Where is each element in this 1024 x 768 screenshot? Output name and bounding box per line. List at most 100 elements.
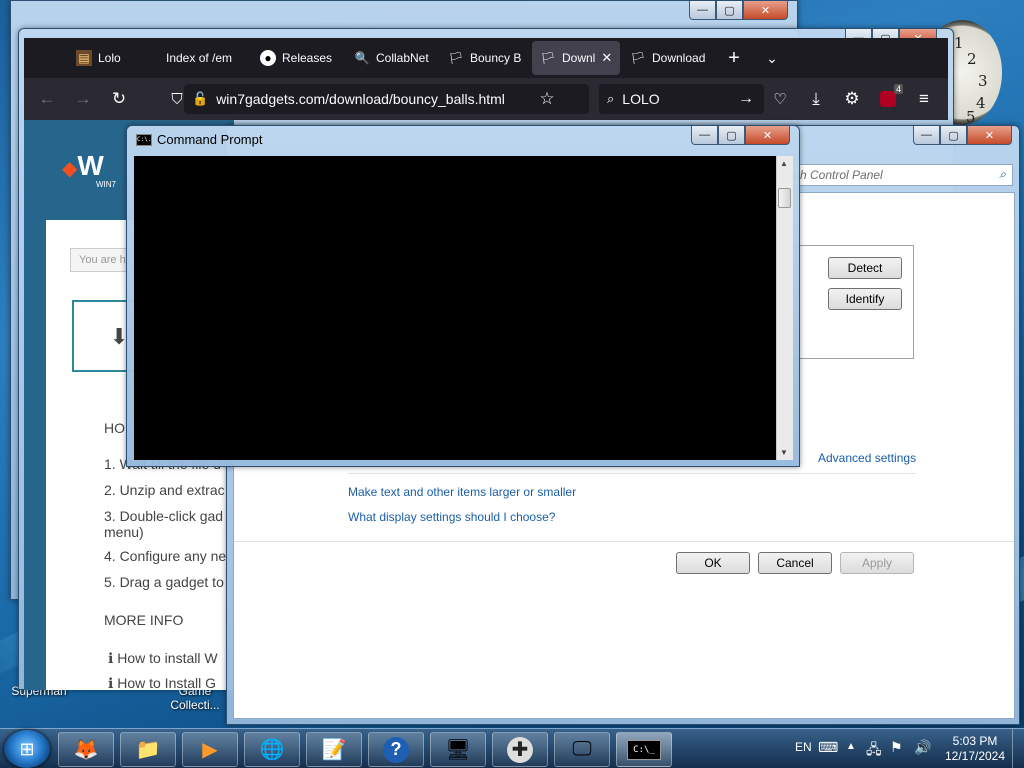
tab-list-button[interactable]: ⌄ — [754, 41, 790, 75]
reload-button[interactable]: ↻ — [106, 86, 132, 112]
close-button[interactable]: ✕ — [743, 1, 788, 20]
search-icon: 🔍 — [354, 51, 370, 65]
apply-button: Apply — [840, 552, 914, 574]
search-icon: ⌕ — [607, 91, 615, 106]
network-icon[interactable]: 🖧 — [866, 739, 882, 763]
action-center-flag-icon[interactable]: ⚑ — [890, 739, 903, 756]
search-go-icon[interactable]: → — [738, 90, 754, 108]
back-button[interactable]: ← — [34, 86, 60, 112]
menu-icon[interactable]: ≡ — [911, 86, 937, 112]
taskbar-cmd[interactable]: C:\_ — [616, 732, 672, 767]
taskbar-gamepad[interactable]: ✚ — [492, 732, 548, 767]
minimize-button[interactable]: — — [691, 126, 718, 145]
maximize-button[interactable]: ▢ — [716, 1, 743, 20]
windows-logo-icon: ⊞ — [19, 738, 35, 759]
tab-label: Releases — [282, 51, 333, 65]
info-link[interactable]: ℹ How to Install G — [108, 675, 216, 690]
new-tab-button[interactable]: + — [716, 41, 752, 75]
taskbar-help[interactable]: ? — [368, 732, 424, 767]
pocket-icon[interactable]: ♡ — [767, 86, 793, 112]
close-button[interactable]: ✕ — [967, 126, 1012, 145]
minimize-button[interactable]: — — [689, 1, 716, 20]
taskbar: ⊞ 🦊 📁 ▶ 🌐 📝 ? 🖥 ✚ 🖵 C:\_ EN ⌨ ▲ 🖧 ⚑ 🔊 5:… — [0, 728, 1024, 768]
control-panel-search[interactable]: ch Control Panel ⌕ — [787, 164, 1013, 186]
cmd-caption-buttons: — ▢ ✕ — [691, 126, 790, 145]
display-icon: 🖵 — [572, 738, 592, 760]
clock-numeral: 1 — [954, 34, 964, 52]
taskbar-control-panel[interactable]: 🖥 — [430, 732, 486, 767]
clock-numeral: 2 — [967, 50, 977, 68]
scroll-up-icon[interactable]: ▲ — [780, 159, 788, 168]
windows-flag-icon: 🏳 — [540, 51, 556, 65]
time-text: 5:03 PM — [952, 734, 998, 748]
maximize-button[interactable]: ▢ — [940, 126, 967, 145]
close-tab-icon[interactable]: ✕ — [601, 50, 612, 66]
text-size-link[interactable]: Make text and other items larger or smal… — [348, 485, 576, 499]
cancel-button[interactable]: Cancel — [758, 552, 832, 574]
display-help-link[interactable]: What display settings should I choose? — [348, 510, 555, 524]
gamepad-icon: ✚ — [507, 736, 533, 763]
url-bar[interactable]: 🔓 win7gadgets.com/download/bouncy_balls.… — [184, 84, 589, 114]
background-window-caption-buttons: — ▢ ✕ — [689, 1, 788, 20]
keyboard-icon[interactable]: ⌨ — [818, 739, 838, 756]
search-placeholder: ch Control Panel — [794, 168, 883, 182]
taskbar-explorer[interactable]: 📁 — [120, 732, 176, 767]
downloads-icon[interactable]: ⤓ — [803, 86, 829, 112]
taskbar-media-player[interactable]: ▶ — [182, 732, 238, 767]
lock-icon[interactable]: 🔓 — [192, 91, 208, 107]
search-bar[interactable]: ⌕ LOLO → — [599, 84, 764, 114]
taskbar-display[interactable]: 🖵 — [554, 732, 610, 767]
start-button[interactable]: ⊞ — [4, 730, 50, 768]
scroll-thumb[interactable] — [778, 188, 791, 208]
detect-button[interactable]: Detect — [828, 257, 902, 279]
show-hidden-icons[interactable]: ▲ — [846, 741, 856, 752]
taskbar-notepad[interactable]: 📝 — [306, 732, 362, 767]
clock-numeral: 5 — [966, 108, 976, 126]
clock-display[interactable]: 5:03 PM 12/17/2024 — [944, 734, 1006, 764]
scroll-down-icon[interactable]: ▼ — [780, 448, 788, 457]
tab-index[interactable]: Index of /em — [158, 41, 250, 75]
window-title: Command Prompt — [157, 132, 263, 147]
info-link[interactable]: ℹ How to install W — [108, 650, 218, 667]
extensions-icon[interactable]: ⚙ — [839, 86, 865, 112]
info-link-text: How to install W — [117, 650, 218, 666]
divider — [348, 473, 916, 474]
tab-bouncy[interactable]: 🏳 Bouncy B — [440, 41, 530, 75]
site-logo: ◆W — [62, 150, 104, 182]
volume-icon[interactable]: 🔊 — [914, 739, 931, 756]
desktop-icon-label-line: Collecti... — [170, 698, 220, 712]
extension-badge: 4 — [893, 84, 903, 94]
firefox-navbar: ← → ↻ ⛉ 🔓 win7gadgets.com/download/bounc… — [24, 78, 948, 120]
bookmark-star-icon[interactable]: ☆ — [534, 86, 560, 112]
maximize-button[interactable]: ▢ — [718, 126, 745, 145]
tab-download-active[interactable]: 🏳 Downl ✕ — [532, 41, 620, 75]
step-text: 4. Configure any ne — [104, 548, 227, 564]
tab-label: Index of /em — [166, 51, 233, 65]
tab-download[interactable]: 🏳 Download — [622, 41, 714, 75]
windows-flag-icon: 🏳 — [630, 51, 646, 65]
firefox-icon: 🦊 — [73, 739, 99, 761]
vertical-scrollbar[interactable]: ▲ ▼ — [776, 156, 793, 460]
firefox-tab-strip: ▤ Lolo Index of /em ● Releases 🔍 CollabN… — [24, 38, 948, 78]
tab-lolo[interactable]: ▤ Lolo — [68, 41, 156, 75]
command-prompt-window[interactable]: C:\. Command Prompt — ▢ ✕ ▲ ▼ — [126, 125, 800, 467]
section-heading: HO — [104, 420, 125, 436]
show-desktop-button[interactable] — [1012, 729, 1024, 768]
ok-button[interactable]: OK — [676, 552, 750, 574]
media-player-icon: ▶ — [202, 739, 218, 761]
advanced-settings-link[interactable]: Advanced settings — [818, 451, 916, 465]
ublock-icon[interactable]: 4 — [875, 84, 903, 112]
forward-button[interactable]: → — [70, 86, 96, 112]
identify-button[interactable]: Identify — [828, 288, 902, 310]
notepad-icon: 📝 — [321, 739, 347, 761]
close-button[interactable]: ✕ — [745, 126, 790, 145]
taskbar-edge[interactable]: 🌐 — [244, 732, 300, 767]
console-output[interactable] — [134, 156, 776, 460]
taskbar-firefox[interactable]: 🦊 — [58, 732, 114, 767]
tab-releases[interactable]: ● Releases — [252, 41, 344, 75]
language-indicator[interactable]: EN — [795, 740, 812, 754]
step-text: menu) — [104, 524, 144, 540]
search-value: LOLO — [622, 91, 660, 107]
minimize-button[interactable]: — — [913, 126, 940, 145]
tab-collabnet[interactable]: 🔍 CollabNet — [346, 41, 438, 75]
